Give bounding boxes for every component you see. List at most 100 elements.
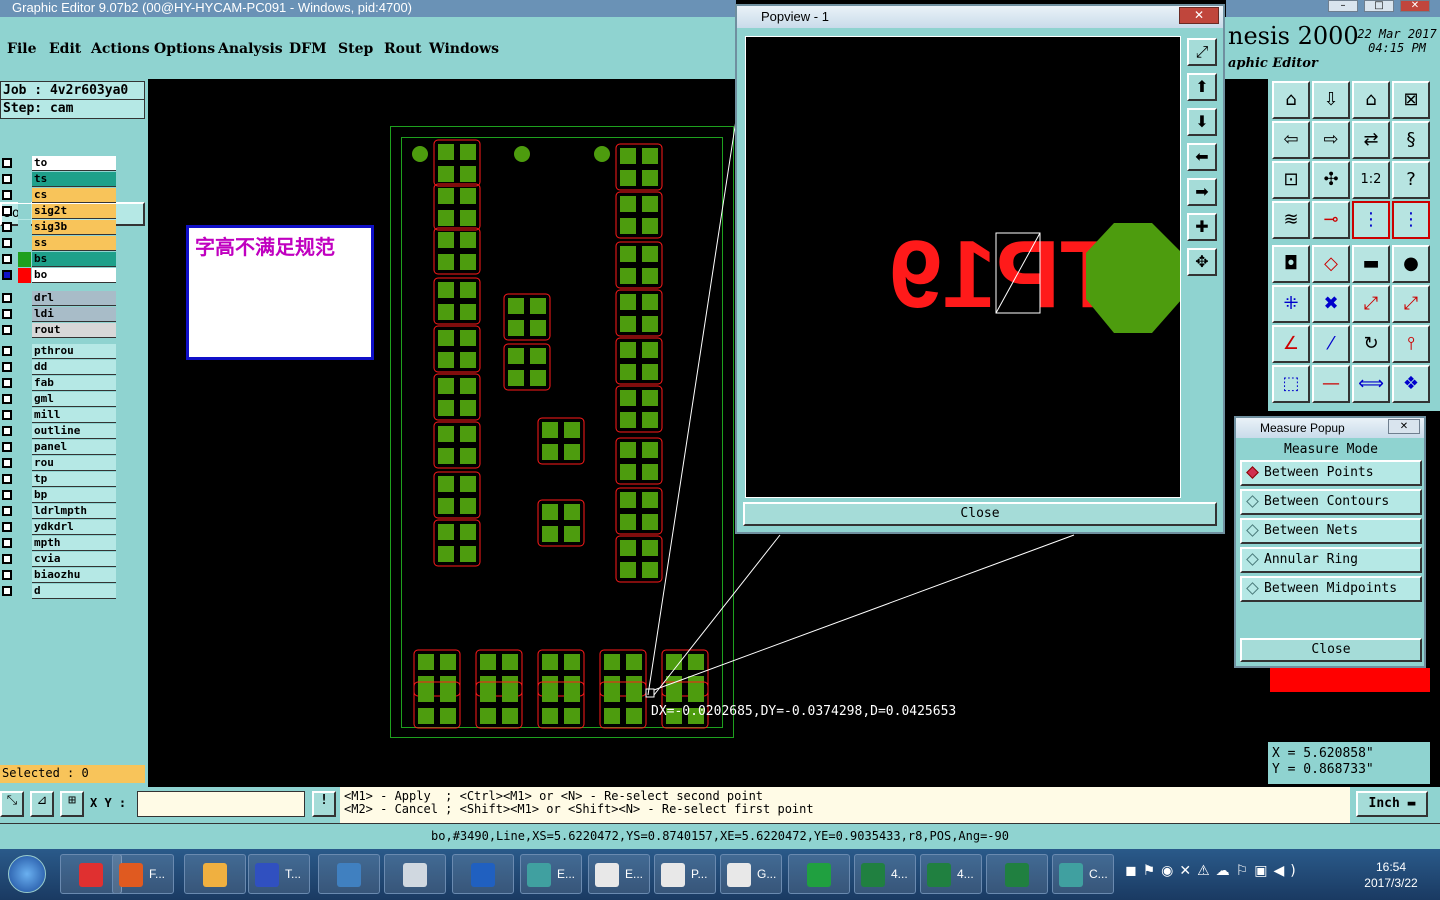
pan-left-icon[interactable]: ⬅ (1187, 143, 1217, 171)
layer-row-biaozhu[interactable]: biaozhu (0, 568, 116, 583)
mode-between-midpoints[interactable]: Between Midpoints (1240, 576, 1422, 602)
layer-row-ldi[interactable]: ldi (0, 307, 116, 322)
layer-stack-icon[interactable]: ≋ (1272, 201, 1310, 239)
layer-row-tp[interactable]: tp (0, 472, 116, 487)
zoom-down-icon[interactable]: ⇩ (1312, 81, 1350, 119)
close-icon[interactable]: ✕ (1400, 0, 1430, 12)
layer-row-outline[interactable]: outline (0, 424, 116, 439)
pan-up-icon[interactable]: ⬆ (1187, 73, 1217, 101)
layer-row-rou[interactable]: rou (0, 456, 116, 471)
layer-color-swatch[interactable] (18, 504, 31, 519)
probe-icon[interactable]: ⊸ (1312, 201, 1350, 239)
zoom-in-icon[interactable]: ✚ (1187, 213, 1217, 241)
layer-row-cs[interactable]: cs (0, 188, 116, 203)
center-icon[interactable]: ✣ (1312, 161, 1350, 199)
arc-icon[interactable]: ↻ (1352, 325, 1390, 363)
layer-row-fab[interactable]: fab (0, 376, 116, 391)
task-app-3[interactable] (184, 854, 246, 894)
fence-icon[interactable]: ⫯ (1392, 325, 1430, 363)
popview-canvas[interactable]: TP19 (745, 36, 1182, 498)
layer-color-swatch[interactable] (18, 536, 31, 551)
task-app-10[interactable]: P... (654, 854, 716, 894)
pan-down-icon[interactable]: ⬇ (1187, 108, 1217, 136)
menu-analysis[interactable]: Analysis (218, 41, 283, 57)
layer-checkbox[interactable] (2, 394, 12, 404)
layer-row-bs[interactable]: bs (0, 252, 116, 267)
maximize-icon[interactable]: □ (1364, 0, 1394, 12)
layer-color-swatch[interactable] (18, 552, 31, 567)
house-icon[interactable]: ⌂ (1352, 81, 1390, 119)
point-line-icon[interactable]: ⤢ (1392, 285, 1430, 323)
layer-checkbox[interactable] (2, 309, 12, 319)
layer-checkbox[interactable] (2, 206, 12, 216)
layer-row-ldrlmpth[interactable]: ldrlmpth (0, 504, 116, 519)
layer-row-sig3b[interactable]: sig3b (0, 220, 116, 235)
task-app-13[interactable]: 4... (854, 854, 916, 894)
ruler-icon[interactable]: ▬ (1352, 245, 1390, 283)
task-app-15[interactable] (986, 854, 1048, 894)
unit-selector[interactable]: Inch ▬ (1356, 791, 1428, 817)
layer-row-ts[interactable]: ts (0, 172, 116, 187)
task-app-6[interactable] (384, 854, 446, 894)
layer-row-pthrou[interactable]: pthrou (0, 344, 116, 359)
layer-row-dd[interactable]: dd (0, 360, 116, 375)
layer-color-swatch[interactable] (18, 376, 31, 391)
task-app-16[interactable]: C... (1052, 854, 1114, 894)
scale-icon[interactable]: 1:2 (1352, 161, 1390, 199)
layer-checkbox[interactable] (2, 158, 12, 168)
task-app-9[interactable]: E... (588, 854, 650, 894)
layer-checkbox[interactable] (2, 222, 12, 232)
layer-color-swatch[interactable] (18, 488, 31, 503)
mode-between-points[interactable]: Between Points (1240, 460, 1422, 486)
net-select-icon[interactable]: ⋮ (1392, 201, 1430, 239)
layer-color-swatch[interactable] (18, 360, 31, 375)
layer-checkbox[interactable] (2, 474, 12, 484)
clock[interactable]: 16:54 2017/3/22 (1350, 859, 1432, 891)
menu-options[interactable]: Options (154, 41, 215, 57)
mode-between-nets[interactable]: Between Nets (1240, 518, 1422, 544)
layer-color-swatch[interactable] (18, 291, 31, 306)
layer-color-swatch[interactable] (18, 472, 31, 487)
measure-close-icon[interactable]: ✕ (1388, 419, 1420, 434)
minimize-icon[interactable]: – (1328, 0, 1358, 12)
layer-color-swatch[interactable] (18, 568, 31, 583)
zoom-out-icon[interactable]: ✥ (1187, 248, 1217, 276)
tray-icons[interactable]: ◼⚑◉✕⚠☁⚐▣◀) (1125, 863, 1345, 885)
layer-row-drl[interactable]: drl (0, 291, 116, 306)
layer-checkbox[interactable] (2, 325, 12, 335)
layer-row-d[interactable]: d (0, 584, 116, 599)
net-icon[interactable]: ⋮ (1352, 201, 1390, 239)
layer-checkbox[interactable] (2, 458, 12, 468)
popview-close-icon[interactable]: ✕ (1179, 7, 1219, 24)
pan-right-tool-icon[interactable]: ⇨ (1312, 121, 1350, 159)
zoom-home-icon[interactable]: ⌂ (1272, 81, 1310, 119)
layer-row-bp[interactable]: bp (0, 488, 116, 503)
layer-color-swatch[interactable] (18, 188, 31, 203)
layer-row-gml[interactable]: gml (0, 392, 116, 407)
layer-color-swatch[interactable] (18, 156, 31, 171)
pad-icon[interactable]: ◘ (1272, 245, 1310, 283)
layer-row-ydkdrl[interactable]: ydkdrl (0, 520, 116, 535)
contour-icon[interactable]: ◇ (1312, 245, 1350, 283)
task-app-11[interactable]: G... (720, 854, 782, 894)
menu-step[interactable]: Step (338, 41, 373, 57)
width-icon[interactable]: ⟺ (1352, 365, 1390, 403)
layer-checkbox[interactable] (2, 506, 12, 516)
xy-input[interactable] (137, 791, 305, 817)
layer-checkbox[interactable] (2, 426, 12, 436)
task-app-12[interactable] (788, 854, 850, 894)
layer-checkbox[interactable] (2, 554, 12, 564)
layer-color-swatch[interactable] (18, 392, 31, 407)
layer-color-swatch[interactable] (18, 456, 31, 471)
pan-left-tool-icon[interactable]: ⇦ (1272, 121, 1310, 159)
zoom-fit-icon[interactable]: ⤢ (1187, 38, 1217, 66)
layer-color-swatch[interactable] (18, 220, 31, 235)
layer-checkbox[interactable] (2, 293, 12, 303)
layer-checkbox[interactable] (2, 362, 12, 372)
circle-icon[interactable]: ● (1392, 245, 1430, 283)
layer-checkbox[interactable] (2, 378, 12, 388)
snap-icon[interactable]: § (1392, 121, 1430, 159)
layer-checkbox[interactable] (2, 538, 12, 548)
layer-color-swatch[interactable] (18, 252, 31, 267)
layer-checkbox[interactable] (2, 522, 12, 532)
